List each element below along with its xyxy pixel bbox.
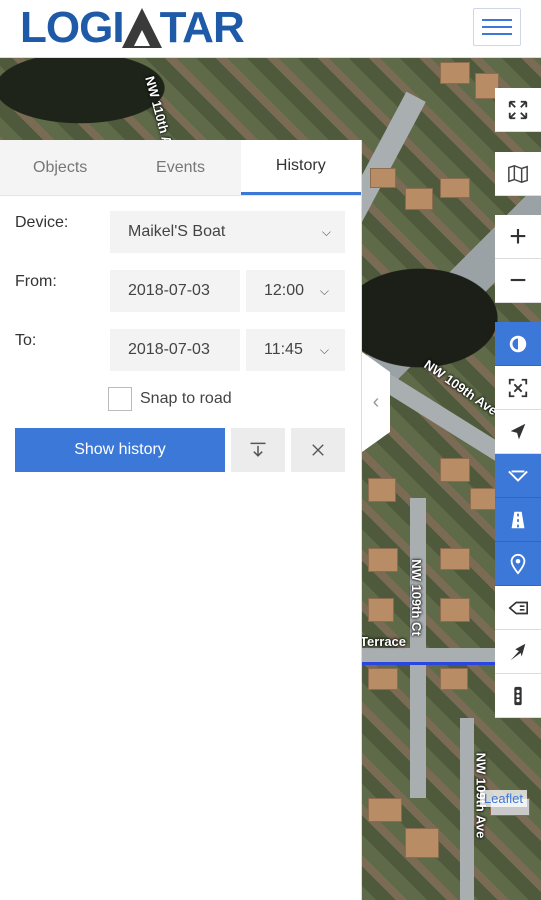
cursor-arrow-icon: [510, 643, 526, 660]
route-icon: [508, 470, 528, 482]
chevron-left-icon: ‹: [372, 390, 380, 413]
tag-arrow-icon: [508, 601, 528, 614]
tab-history[interactable]: History: [240, 140, 361, 195]
tab-objects[interactable]: Objects: [0, 140, 120, 195]
street-label: NW 109th Ct: [408, 559, 424, 636]
from-date-input[interactable]: 2018-07-03: [110, 270, 240, 312]
road-button[interactable]: [495, 498, 541, 542]
fullscreen-button[interactable]: [495, 88, 541, 132]
objects-toggle-icon: [509, 335, 527, 352]
close-icon: [312, 444, 324, 456]
tag-arrow-button[interactable]: [495, 586, 541, 630]
device-select[interactable]: Maikel'S Boat ⌵: [110, 211, 345, 253]
hamburger-menu-button[interactable]: [473, 8, 521, 46]
traffic-light-icon: [514, 686, 522, 705]
zoom-in-button[interactable]: +: [495, 215, 541, 259]
device-label: Device:: [15, 214, 69, 231]
map-toolbar-layers: [495, 152, 541, 196]
show-history-button[interactable]: Show history: [15, 428, 225, 472]
tab-events[interactable]: Events: [120, 140, 240, 195]
map-layers-button[interactable]: [495, 152, 541, 196]
leaflet-attribution-link[interactable]: Leaflet: [479, 790, 527, 807]
logo-text-left: LOGI: [20, 3, 125, 52]
snap-to-road-checkbox[interactable]: [108, 387, 132, 411]
map-layers-icon: [508, 164, 528, 183]
street-label: Terrace: [360, 634, 407, 649]
fit-bounds-icon: [508, 378, 528, 397]
export-button[interactable]: [231, 428, 285, 472]
clear-button[interactable]: [291, 428, 345, 472]
history-panel: Objects Events History Device: Maikel'S …: [0, 140, 362, 900]
zoom-out-button[interactable]: −: [495, 259, 541, 303]
from-time-value: 12:00: [264, 282, 305, 299]
objects-toggle-button[interactable]: [495, 322, 541, 366]
to-date-value: 2018-07-03: [128, 341, 210, 358]
route-line: [362, 662, 497, 665]
traffic-light-button[interactable]: [495, 674, 541, 718]
chevron-down-icon: ⌵: [321, 224, 331, 239]
snap-to-road-option[interactable]: Snap to road: [108, 387, 232, 411]
to-time-select[interactable]: 11:45 ⌵: [246, 329, 345, 371]
map-toolbar-top: [495, 88, 541, 132]
location-pin-icon: [510, 553, 526, 575]
to-date-input[interactable]: 2018-07-03: [110, 329, 240, 371]
cursor-arrow-button[interactable]: [495, 630, 541, 674]
location-pin-button[interactable]: [495, 542, 541, 586]
navigate-arrow-button[interactable]: [495, 410, 541, 454]
snap-to-road-label: Snap to road: [140, 390, 232, 407]
download-icon: [250, 442, 266, 457]
hamburger-icon: [482, 19, 512, 21]
map-toolbar-zoom: + −: [495, 215, 541, 303]
fit-bounds-button[interactable]: [495, 366, 541, 410]
to-label: To:: [15, 332, 37, 349]
from-time-select[interactable]: 12:00 ⌵: [246, 270, 345, 312]
navigate-arrow-icon: [510, 423, 526, 439]
from-date-value: 2018-07-03: [128, 282, 210, 299]
panel-tabs: Objects Events History: [0, 140, 361, 196]
logixtar-logo[interactable]: LOGI TAR: [20, 3, 245, 52]
fullscreen-icon: [508, 100, 528, 119]
chevron-down-icon: ⌵: [319, 283, 329, 298]
to-time-value: 11:45: [264, 341, 303, 358]
road-icon: [511, 511, 525, 528]
app-header: LOGI TAR: [0, 0, 541, 58]
route-button[interactable]: [495, 454, 541, 498]
map-toolbar-bottom: [495, 322, 541, 718]
device-select-value: Maikel'S Boat: [128, 223, 226, 240]
logo-triangle-icon: [121, 8, 162, 48]
from-label: From:: [15, 273, 57, 290]
chevron-down-icon: ⌵: [319, 342, 329, 357]
logo-text-right: TAR: [159, 3, 245, 52]
